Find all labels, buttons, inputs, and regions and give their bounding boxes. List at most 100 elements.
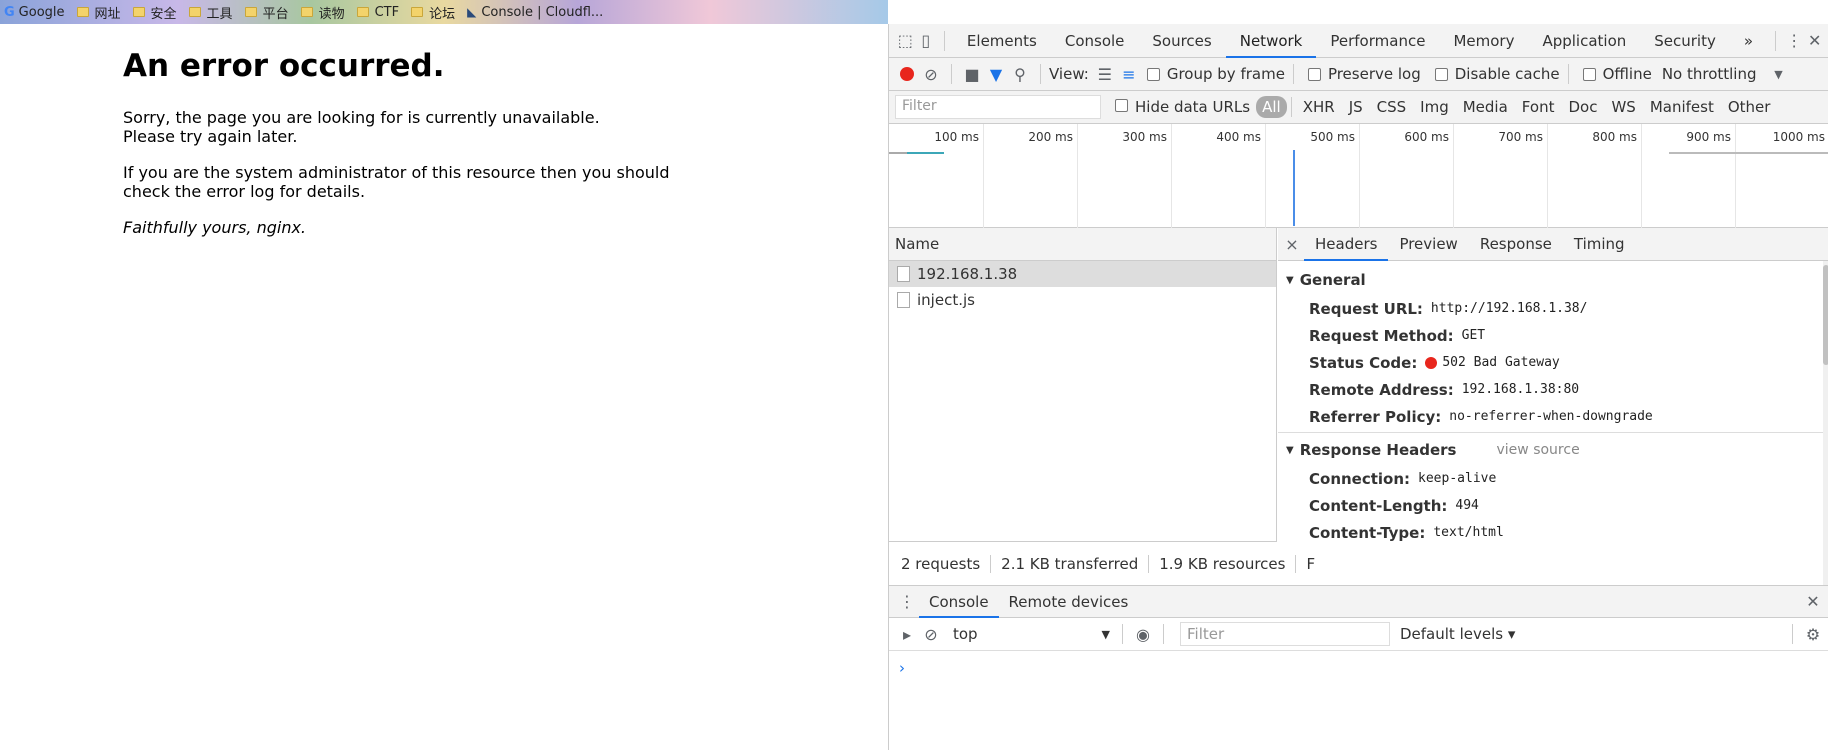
- page-title: An error occurred.: [123, 48, 445, 84]
- bookmark-folder[interactable]: CTF: [353, 0, 408, 24]
- context-select[interactable]: top ▼: [949, 623, 1114, 645]
- tab-timing[interactable]: Timing: [1563, 228, 1636, 261]
- filter-type-media[interactable]: Media: [1456, 98, 1515, 116]
- view-source-link[interactable]: view source: [1497, 442, 1580, 458]
- eye-icon[interactable]: ◉: [1131, 622, 1155, 646]
- header-key: Content-Length:: [1309, 496, 1448, 515]
- drawer-menu-icon[interactable]: ⋮: [895, 590, 919, 614]
- close-devtools-icon[interactable]: ✕: [1804, 29, 1825, 53]
- console-filter-input[interactable]: Filter: [1180, 622, 1390, 646]
- filter-icon[interactable]: ▼: [984, 62, 1008, 86]
- request-row[interactable]: inject.js: [889, 287, 1276, 313]
- throttling-select[interactable]: No throttling: [1662, 65, 1757, 83]
- error-line-2: Please try again later.: [123, 127, 298, 146]
- gear-icon[interactable]: ⚙: [1801, 622, 1825, 646]
- header-value: http://192.168.1.38/: [1430, 301, 1588, 316]
- record-icon[interactable]: [895, 62, 919, 86]
- checkbox-icon[interactable]: [1146, 67, 1160, 81]
- more-tabs-button[interactable]: »: [1730, 24, 1767, 58]
- inspect-element-icon[interactable]: ⬚: [895, 29, 916, 53]
- waterfall-icon[interactable]: ≡: [1117, 62, 1141, 86]
- filter-type-all[interactable]: All: [1256, 96, 1287, 118]
- scrollbar-thumb[interactable]: [1823, 265, 1828, 365]
- checkbox-icon[interactable]: [1307, 67, 1321, 81]
- bookmark-label: 读物: [318, 6, 345, 22]
- bookmark-folder[interactable]: 论坛: [407, 0, 463, 24]
- clear-console-icon[interactable]: ⊘: [919, 622, 943, 646]
- checkbox-icon[interactable]: [1434, 67, 1448, 81]
- tab-elements[interactable]: Elements: [953, 24, 1051, 58]
- tab-drawer-console[interactable]: Console: [919, 586, 999, 618]
- clear-icon[interactable]: ⊘: [919, 62, 943, 86]
- checkbox-icon[interactable]: [1582, 67, 1596, 81]
- log-levels-select[interactable]: Default levels ▾: [1400, 625, 1515, 643]
- tab-console[interactable]: Console: [1051, 24, 1139, 58]
- general-section-header[interactable]: ▼ General: [1278, 265, 1828, 295]
- offline-checkbox[interactable]: Offline: [1582, 65, 1652, 83]
- header-key: Request Method:: [1309, 326, 1454, 345]
- name-column-header[interactable]: Name: [889, 228, 1276, 261]
- header-row: Request Method: GET: [1278, 322, 1828, 349]
- bookmark-folder[interactable]: 工具: [185, 0, 241, 24]
- network-toolbar: ⊘ ■ ▼ ⚲ View: ☰ ≡ Group by frame Preserv…: [889, 58, 1828, 91]
- bookmark-folder[interactable]: 安全: [129, 0, 185, 24]
- bookmark-google[interactable]: G Google: [0, 0, 73, 24]
- tab-security[interactable]: Security: [1640, 24, 1730, 58]
- checkbox-icon[interactable]: [1115, 99, 1128, 112]
- sidebar-toggle-icon[interactable]: ▸: [895, 622, 919, 646]
- tab-response[interactable]: Response: [1469, 228, 1563, 261]
- close-icon[interactable]: ×: [1280, 232, 1304, 256]
- hide-data-urls-checkbox[interactable]: Hide data URLs: [1115, 98, 1250, 116]
- screenshot-camera-icon[interactable]: ■: [960, 62, 984, 86]
- filter-type-img[interactable]: Img: [1413, 98, 1456, 116]
- tab-performance[interactable]: Performance: [1316, 24, 1439, 58]
- response-headers-section-header[interactable]: ▼ Response Headers view source: [1278, 435, 1828, 465]
- filter-type-manifest[interactable]: Manifest: [1643, 98, 1721, 116]
- request-name: 192.168.1.38: [917, 265, 1018, 283]
- large-rows-icon[interactable]: ☰: [1093, 62, 1117, 86]
- filter-type-other[interactable]: Other: [1721, 98, 1778, 116]
- folder-icon: [76, 7, 89, 17]
- filter-type-doc[interactable]: Doc: [1561, 98, 1604, 116]
- header-value: keep-alive: [1418, 471, 1497, 486]
- header-value: 502 Bad Gateway: [1442, 355, 1560, 370]
- chevron-down-icon[interactable]: ▼: [1767, 62, 1791, 86]
- header-key: Status Code:: [1309, 353, 1418, 372]
- network-overview-timeline[interactable]: 100 ms 200 ms 300 ms 400 ms 500 ms 600 m…: [889, 124, 1828, 228]
- tab-headers[interactable]: Headers: [1304, 228, 1389, 261]
- header-value: 494: [1455, 498, 1479, 513]
- devtools-panel: ⬚ ▯ Elements Console Sources Network Per…: [888, 24, 1828, 750]
- request-row[interactable]: 192.168.1.38: [889, 261, 1276, 287]
- request-detail-pane: × Headers Preview Response Timing ▼ Gener…: [1278, 228, 1828, 585]
- header-row: Remote Address: 192.168.1.38:80: [1278, 376, 1828, 403]
- tab-remote-devices[interactable]: Remote devices: [999, 586, 1139, 618]
- tab-sources[interactable]: Sources: [1138, 24, 1225, 58]
- tab-network[interactable]: Network: [1225, 24, 1317, 58]
- filter-type-font[interactable]: Font: [1515, 98, 1562, 116]
- tab-memory[interactable]: Memory: [1439, 24, 1528, 58]
- timeline-tick-label: 200 ms: [1028, 130, 1073, 144]
- search-icon[interactable]: ⚲: [1008, 62, 1032, 86]
- filter-type-css[interactable]: CSS: [1370, 98, 1414, 116]
- group-by-frame-checkbox[interactable]: Group by frame: [1146, 65, 1285, 83]
- console-prompt[interactable]: ›: [889, 651, 1828, 685]
- disable-cache-checkbox[interactable]: Disable cache: [1434, 65, 1560, 83]
- bookmark-folder[interactable]: 网址: [73, 0, 129, 24]
- preserve-log-checkbox[interactable]: Preserve log: [1307, 65, 1421, 83]
- resources-size: 1.9 KB resources: [1159, 554, 1297, 573]
- close-drawer-icon[interactable]: ✕: [1801, 590, 1825, 614]
- bookmark-cloudflare[interactable]: ◣ Console | Cloudfl...: [463, 0, 611, 24]
- folder-icon: [132, 7, 145, 17]
- filter-type-ws[interactable]: WS: [1604, 98, 1642, 116]
- filter-type-js[interactable]: JS: [1342, 98, 1370, 116]
- kebab-menu-icon[interactable]: ⋮: [1784, 29, 1805, 53]
- detail-scrollbar[interactable]: [1823, 261, 1828, 585]
- context-value: top: [953, 625, 978, 643]
- device-toolbar-icon[interactable]: ▯: [916, 29, 937, 53]
- bookmark-folder[interactable]: 平台: [241, 0, 297, 24]
- filter-type-xhr[interactable]: XHR: [1296, 98, 1342, 116]
- tab-preview[interactable]: Preview: [1388, 228, 1468, 261]
- tab-application[interactable]: Application: [1528, 24, 1640, 58]
- bookmark-folder[interactable]: 读物: [297, 0, 353, 24]
- filter-input[interactable]: Filter: [895, 95, 1101, 119]
